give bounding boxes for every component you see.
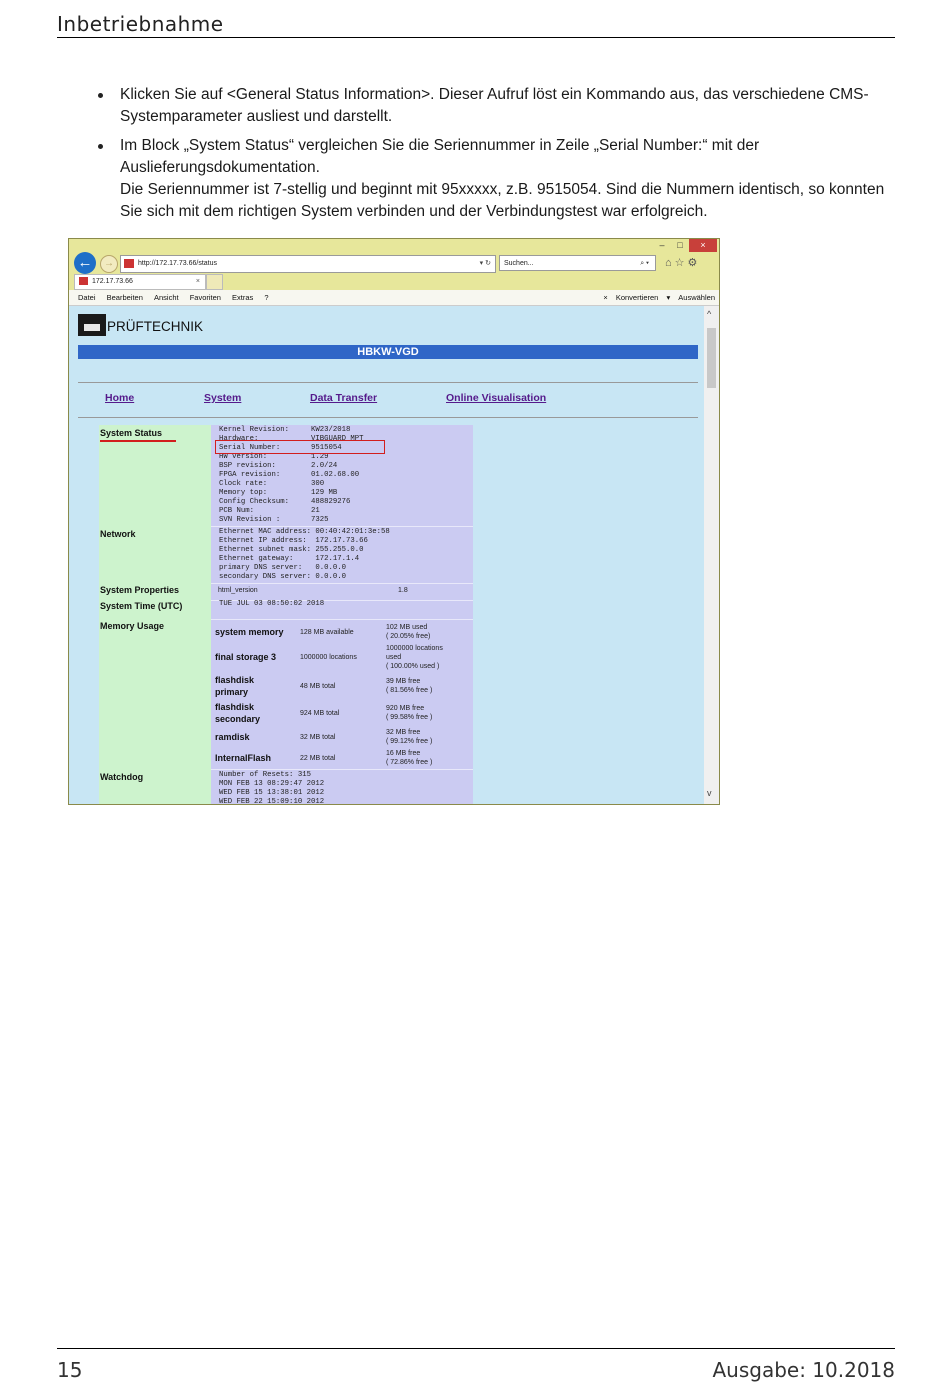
footer-rule [57,1348,895,1349]
html-version-value: 1.8 [398,587,408,594]
bullet-text: Im Block „System Status“ vergleichen Sie… [120,137,760,176]
memory-row-total: 128 MB available [300,629,354,636]
memory-row-name: system memory [215,627,284,637]
bullet-text-continued: Die Seriennummer ist 7-stellig und begin… [120,181,885,220]
search-input[interactable]: Suchen... ⌕ ▾ [499,255,656,271]
nav-link-data-transfer[interactable]: Data Transfer [310,392,377,404]
nav-link-online-visualisation[interactable]: Online Visualisation [446,392,546,404]
nav-link-home[interactable]: Home [105,392,134,404]
menu-item-extras[interactable]: Extras [232,290,253,305]
back-arrow-icon[interactable]: ← [74,252,96,274]
convert-button[interactable]: Konvertieren [616,293,659,302]
nav-link-system[interactable]: System [204,392,241,404]
edition-label: Ausgabe: 10.2018 [712,1358,895,1382]
page-number: 15 [57,1358,83,1382]
web-page: PRÜFTECHNIK HBKW-VGD Home System Data Tr… [69,306,704,804]
scroll-up-icon[interactable]: ^ [707,309,711,319]
menu-item-help[interactable]: ? [264,290,268,305]
memory-row-name: ramdisk [215,732,250,742]
section-label-watchdog: Watchdog [100,772,144,782]
window-controls: – □ × [653,239,717,252]
site-favicon-icon [124,258,134,268]
menu-item-favoriten[interactable]: Favoriten [190,290,221,305]
divider [211,619,473,620]
tab-close-icon[interactable]: × [196,275,200,289]
address-url: http://172.17.73.66/status [138,260,218,267]
tab-label: 172.17.73.66 [92,278,133,285]
new-tab-button[interactable] [206,274,223,290]
network-values: Ethernet MAC address: 00:40:42:01:3e:58 … [219,528,390,581]
chevron-down-icon[interactable]: ▾ [666,293,670,302]
memory-row-name: flashdisk primary [215,675,255,697]
forward-arrow-icon[interactable]: → [100,255,118,273]
bullet-icon [98,144,103,149]
label-column [99,425,211,804]
memory-row-name: flashdisk secondary [215,702,261,724]
bullet-icon [98,93,103,98]
divider [211,769,473,770]
serial-number-highlight [215,440,385,454]
bullet-text: Klicken Sie auf <General Status Informat… [120,86,869,125]
memory-row-free: 920 MB free ( 99.58% free ) [386,705,433,721]
device-banner: HBKW-VGD [78,345,698,359]
menu-bar: Datei Bearbeiten Ansicht Favoriten Extra… [69,290,719,306]
close-icon[interactable]: × [603,293,607,302]
memory-row-total: 48 MB total [300,683,336,690]
tab-favicon-icon [79,277,88,286]
html-version-key: html_version [218,587,258,594]
memory-row-free: 32 MB free ( 99.12% free ) [386,729,433,745]
search-icon[interactable]: ⌕ ▾ [640,256,649,272]
memory-row-total: 22 MB total [300,755,336,762]
search-placeholder: Suchen... [504,260,534,267]
system-time-value: TUE JUL 03 08:50:02 2018 [219,600,325,608]
instruction-list: Klicken Sie auf <General Status Informat… [98,84,898,230]
memory-row-name: InternalFlash [215,753,272,763]
list-item: Im Block „System Status“ vergleichen Sie… [98,135,898,223]
browser-screenshot: – □ × ← → http://172.17.73.66/status ▾ ↻… [68,238,720,805]
address-bar[interactable]: http://172.17.73.66/status ▾ ↻ [120,255,496,273]
divider [211,583,473,584]
section-label-system-time: System Time (UTC) [100,601,183,611]
refresh-icon[interactable]: ▾ ↻ [480,256,491,272]
scroll-down-icon[interactable]: v [707,788,712,798]
header-rule [57,37,895,38]
select-button[interactable]: Auswählen [678,293,715,302]
menu-item-datei[interactable]: Datei [78,290,96,305]
memory-row-total: 1000000 locations [300,654,357,661]
close-icon[interactable]: × [689,239,717,252]
section-label-memory-usage: Memory Usage [100,621,165,631]
brand-name: PRÜFTECHNIK [107,319,204,334]
maximize-icon[interactable]: □ [671,239,689,252]
highlight-underline [100,440,176,442]
list-item: Klicken Sie auf <General Status Informat… [98,84,898,128]
addon-toolbar: × Konvertieren ▾ Auswählen [597,290,715,305]
memory-row-total: 924 MB total [300,710,340,717]
divider [78,382,698,383]
menu-item-bearbeiten[interactable]: Bearbeiten [107,290,143,305]
toolbar-icons[interactable]: ⌂☆⚙ [665,256,700,269]
section-label-system-properties: System Properties [100,585,180,595]
watchdog-values: Number of Resets: 315 MON FEB 13 08:29:4… [219,771,325,804]
vertical-scrollbar[interactable]: ^ v [704,306,719,804]
section-label-system-status: System Status [100,428,163,438]
pruftechnik-logo [78,314,106,336]
page-header-title: Inbetriebnahme [57,12,224,36]
minimize-icon[interactable]: – [653,239,671,252]
browser-tab[interactable]: 172.17.73.66 × [74,274,206,290]
divider [78,417,698,418]
memory-row-total: 32 MB total [300,734,336,741]
memory-row-name: final storage 3 [215,652,277,662]
divider [211,526,473,527]
scroll-thumb[interactable] [707,328,716,388]
memory-row-free: 1000000 locations used ( 100.00% used ) [386,645,443,670]
memory-row-free: 16 MB free ( 72.86% free ) [386,750,433,766]
memory-row-free: 39 MB free ( 81.56% free ) [386,678,433,694]
menu-item-ansicht[interactable]: Ansicht [154,290,179,305]
section-label-network: Network [100,529,136,539]
memory-row-free: 102 MB used ( 20.05% free) [386,624,431,640]
